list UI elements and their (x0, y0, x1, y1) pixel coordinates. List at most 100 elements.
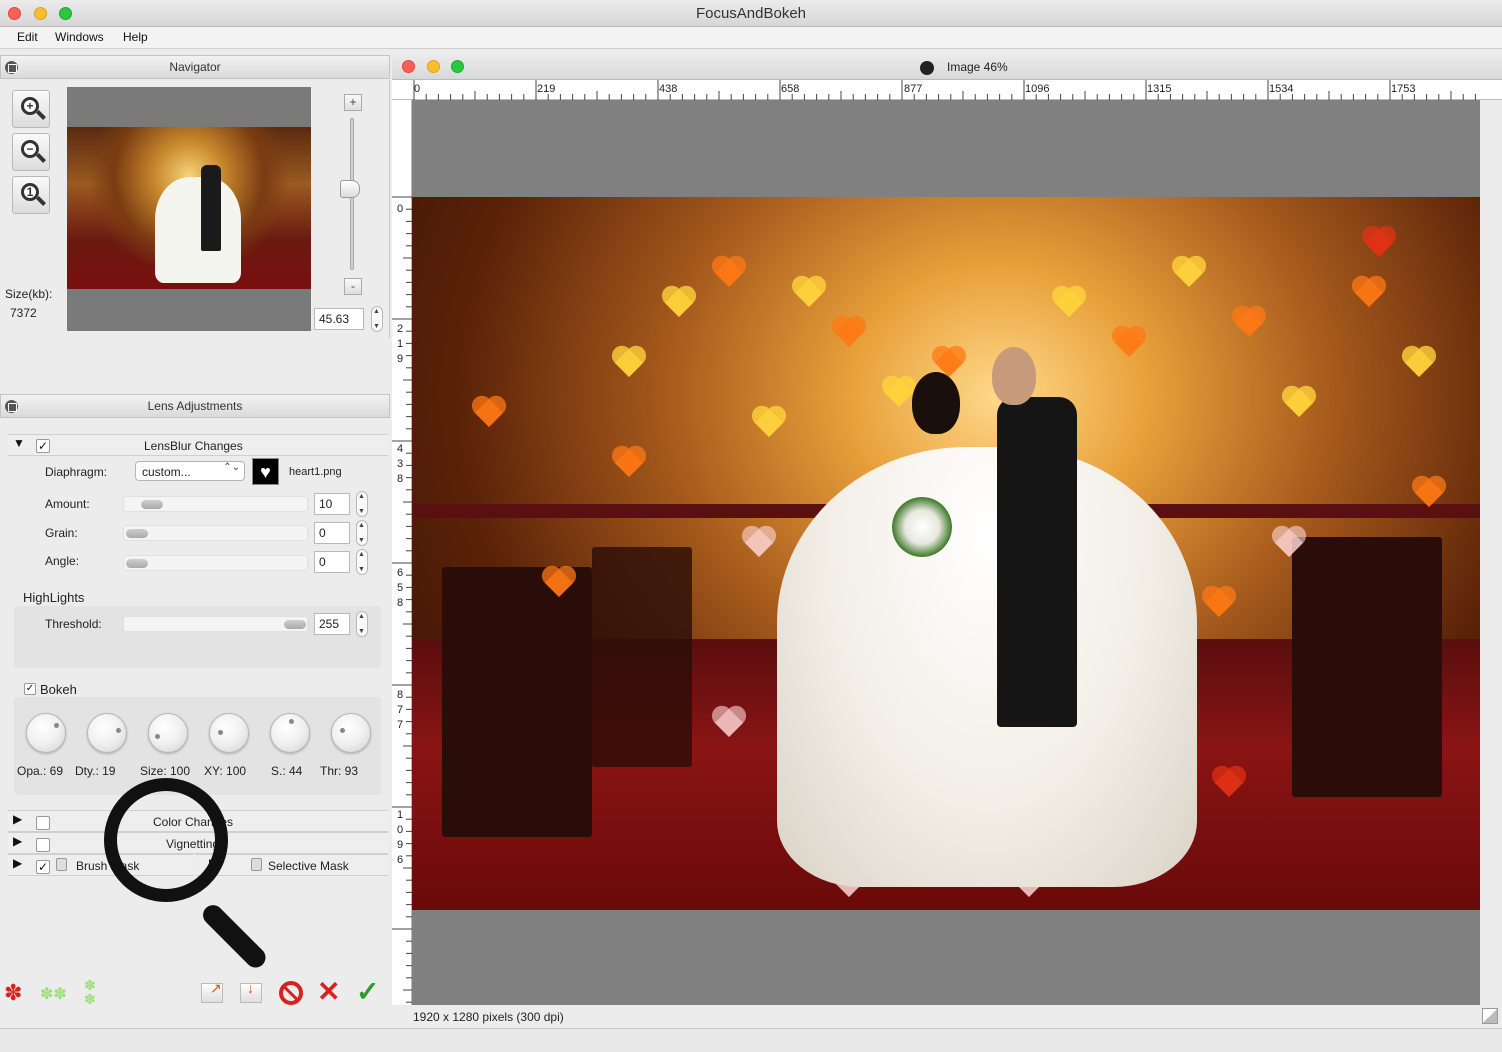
flower-icon[interactable]: ✽ (4, 982, 22, 1004)
resize-grip-icon[interactable] (1482, 1008, 1498, 1024)
opacity-knob[interactable] (26, 713, 66, 753)
threshold-knob[interactable] (331, 713, 371, 753)
amount-slider-thumb[interactable] (141, 500, 163, 509)
wedding-dress (777, 447, 1197, 887)
bouquet (892, 497, 952, 557)
menu-help[interactable]: Help (123, 30, 148, 44)
reset-icon[interactable] (279, 981, 303, 1005)
knob-label-size: Size: 100 (140, 764, 191, 778)
zoom-stepper[interactable] (371, 306, 383, 332)
detach-panel-icon[interactable] (5, 61, 18, 74)
angle-slider-thumb[interactable] (126, 559, 148, 568)
menu-windows[interactable]: Windows (55, 30, 104, 44)
detach-panel-icon[interactable] (5, 400, 18, 413)
grain-stepper[interactable] (356, 520, 368, 546)
zoom-plus-button[interactable]: + (344, 94, 362, 111)
import-icon[interactable]: ↓ (240, 980, 262, 1003)
size-label: Size(kb): (5, 287, 53, 301)
edited-photo[interactable] (412, 197, 1480, 910)
threshold-slider-thumb[interactable] (284, 620, 306, 629)
zoom-out-button[interactable]: − (12, 133, 50, 171)
navigator-title: Navigator (169, 60, 221, 74)
ruler-h-label-1534: 1534 (1269, 83, 1294, 95)
zoom-minus-button[interactable]: - (344, 278, 362, 295)
export-icon[interactable]: ↗ (201, 980, 223, 1003)
image-canvas[interactable] (412, 100, 1480, 1005)
s-knob[interactable] (270, 713, 310, 753)
groom-suit (997, 397, 1077, 727)
grain-field[interactable]: 0 (314, 522, 350, 544)
amount-field[interactable]: 10 (314, 493, 350, 515)
lensblur-label: LensBlur Changes (144, 439, 243, 453)
ruler-h-label-658: 658 (781, 83, 800, 95)
amount-stepper[interactable] (356, 491, 368, 517)
flower-pair-icon[interactable]: ✽✽ (40, 984, 67, 1006)
bokeh-box (14, 697, 381, 795)
ruler-v-label-219: 2 1 9 (397, 323, 404, 365)
bokeh-checkbox[interactable]: ✓ (24, 683, 36, 695)
color-changes-disclosure-icon[interactable]: ▶ (13, 812, 22, 826)
density-knob[interactable] (87, 713, 127, 753)
bride-head (912, 372, 960, 434)
lensblur-disclosure-icon[interactable]: ▼ (13, 436, 25, 450)
grain-label: Grain: (45, 526, 78, 540)
grain-slider[interactable] (123, 525, 308, 541)
size-knob[interactable] (148, 713, 188, 753)
ruler-h-label-1096: 1096 (1025, 83, 1050, 95)
diaphragm-label: Diaphragm: (45, 465, 108, 479)
ruler-v-label-0: 0 (397, 203, 404, 215)
vignetting-checkbox[interactable] (36, 838, 50, 852)
image-status: 1920 x 1280 pixels (300 dpi) (413, 1010, 564, 1024)
amount-label: Amount: (45, 497, 90, 511)
vignetting-disclosure-icon[interactable]: ▶ (13, 834, 22, 848)
ruler-v-label-1096: 1 0 9 6 (397, 809, 404, 866)
navigator-preview[interactable] (67, 87, 311, 331)
diaphragm-select[interactable]: custom... ⌃⌄ (135, 461, 245, 481)
ruler-v-label-877: 8 7 7 (397, 689, 404, 731)
angle-field[interactable]: 0 (314, 551, 350, 573)
lensblur-checkbox[interactable]: ✓ (36, 439, 50, 453)
brush-mask-disclosure-icon[interactable]: ▶ (13, 856, 22, 870)
vertical-ruler: 0 2 1 9 4 3 8 6 5 8 8 7 7 1 0 9 6 (392, 100, 412, 1005)
image-minimize-button[interactable] (427, 60, 440, 73)
apply-icon[interactable]: ✓ (356, 978, 379, 1006)
title-bar: FocusAndBokeh (0, 0, 1502, 27)
color-changes-checkbox[interactable] (36, 816, 50, 830)
angle-stepper[interactable] (356, 549, 368, 575)
zoom-slider-thumb[interactable] (340, 180, 360, 198)
zoom-field[interactable]: 45.63 (314, 308, 364, 330)
zoom-in-button[interactable]: + (12, 90, 50, 128)
left-chair (442, 567, 592, 837)
flower-stack-icon[interactable]: ✽ ✽ (84, 978, 96, 1006)
threshold-stepper[interactable] (356, 611, 368, 637)
zoom-actual-button[interactable]: 1 (12, 176, 50, 214)
amount-slider[interactable] (123, 496, 308, 512)
ruler-v-label-658: 6 5 8 (397, 567, 404, 609)
selective-mask-label: Selective Mask (268, 859, 349, 873)
ruler-v-label-438: 4 3 8 (397, 443, 404, 485)
image-maximize-button[interactable] (451, 60, 464, 73)
knob-label-density: Dty.: 19 (75, 764, 116, 778)
ruler-h-label-438: 438 (659, 83, 678, 95)
threshold-field[interactable]: 255 (314, 613, 350, 635)
grain-slider-thumb[interactable] (126, 529, 148, 538)
left-chair-2 (592, 547, 692, 767)
knob-label-s: S.: 44 (271, 764, 303, 778)
cancel-icon[interactable]: ✕ (317, 978, 340, 1006)
heart-shape-icon[interactable]: ♥ (252, 458, 279, 485)
navigator-header: Navigator (0, 55, 390, 79)
image-close-button[interactable] (402, 60, 415, 73)
right-chair (1292, 537, 1442, 797)
size-value: 7372 (10, 306, 37, 320)
lens-adjustments-title: Lens Adjustments (147, 399, 243, 413)
xy-knob[interactable] (209, 713, 249, 753)
threshold-slider[interactable] (123, 616, 308, 632)
vertical-ruler-ticks (392, 196, 412, 1003)
menu-edit[interactable]: Edit (17, 30, 38, 44)
diaphragm-select-value: custom... (142, 465, 191, 479)
horizontal-ruler: 0 219 438 658 877 1096 1315 1534 1753 (392, 80, 1502, 100)
angle-slider[interactable] (123, 555, 308, 571)
brush-mask-checkbox[interactable]: ✓ (36, 860, 50, 874)
select-arrows-icon: ⌃⌄ (223, 462, 240, 473)
lock-icon (56, 858, 67, 871)
